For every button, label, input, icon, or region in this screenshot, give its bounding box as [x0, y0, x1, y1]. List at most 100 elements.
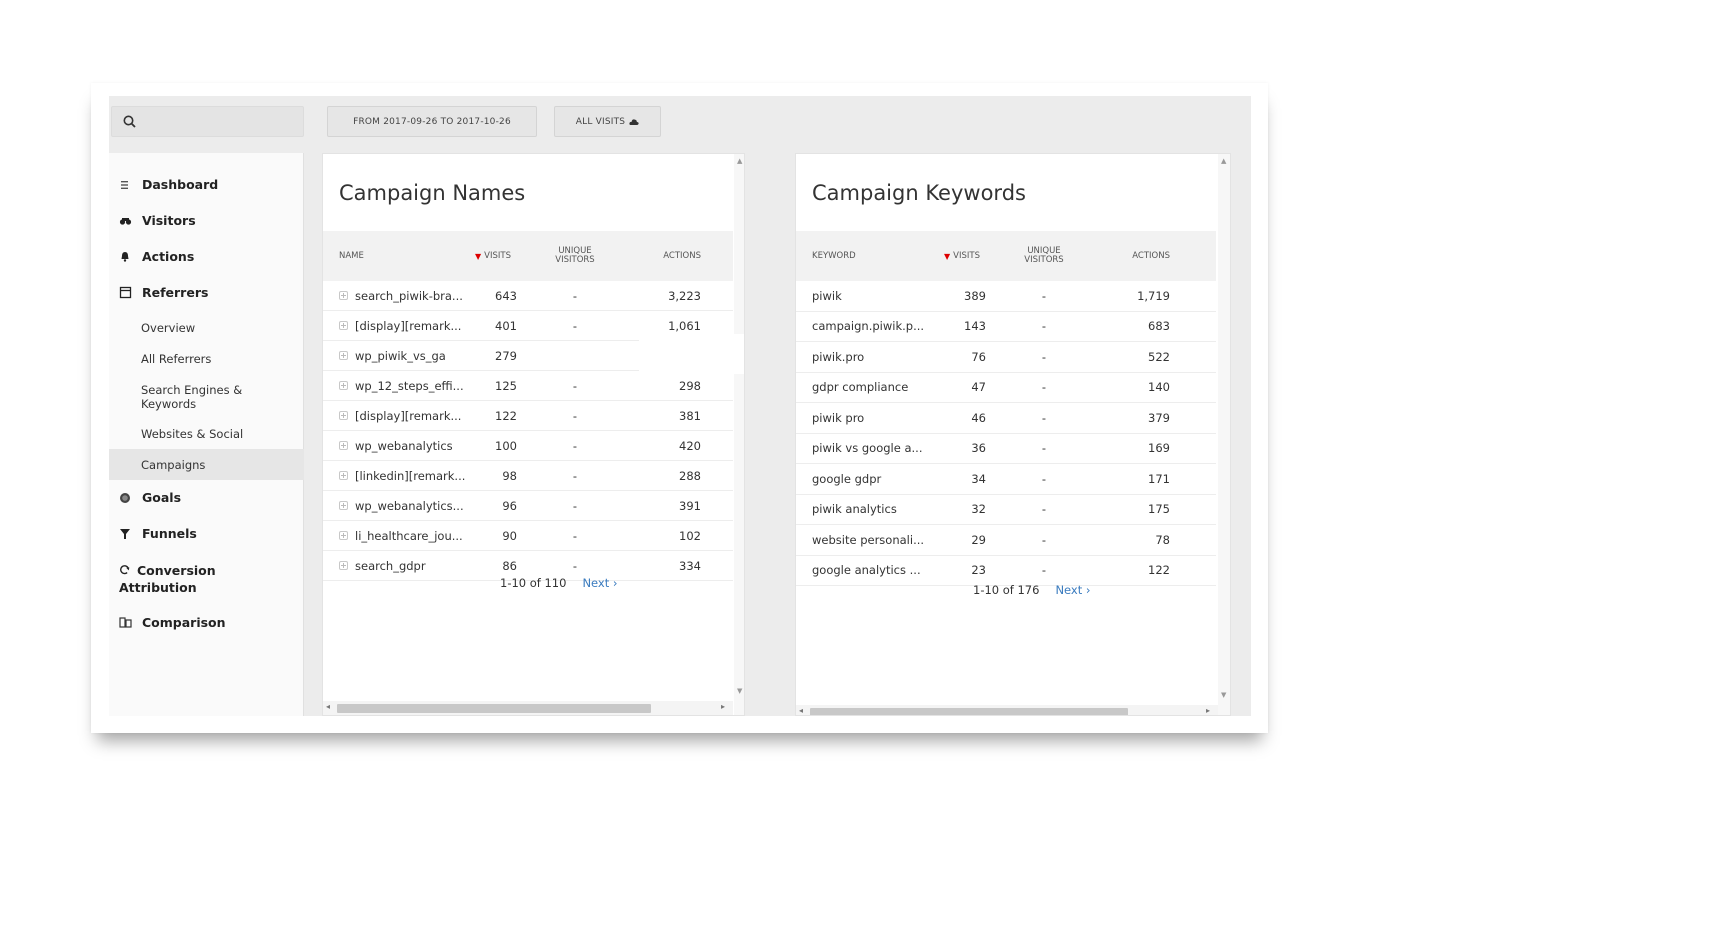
expand-row-icon[interactable]	[339, 561, 348, 570]
scroll-down-arrow[interactable]: ▼	[1221, 691, 1226, 699]
search-input[interactable]	[111, 106, 304, 137]
scroll-left-arrow[interactable]: ◂	[799, 706, 803, 715]
column-header-actions[interactable]: ACTIONS	[1114, 231, 1170, 281]
unique-visitors-cell: -	[1041, 532, 1047, 547]
expand-row-icon[interactable]	[339, 501, 348, 510]
expand-row-icon[interactable]	[339, 471, 348, 480]
expand-row-icon[interactable]	[339, 531, 348, 540]
next-page-link[interactable]: Next ›	[1055, 583, 1090, 597]
campaign-name: wp_webanalytics...	[355, 498, 464, 513]
expand-row-icon[interactable]	[339, 441, 348, 450]
column-header-unique-visitors[interactable]: UNIQUE VISITORS	[1012, 231, 1076, 281]
table-row[interactable]: wp_webanalytics... 96 - 391	[323, 491, 733, 521]
sidebar-subitem-all-referrers[interactable]: All Referrers	[109, 352, 304, 366]
sidebar-subitem-label: Search Engines & Keywords	[141, 383, 243, 411]
horizontal-scrollbar[interactable]: ◂ ▸	[323, 701, 733, 715]
table-row[interactable]: li_healthcare_jou... 90 - 102	[323, 521, 733, 551]
expand-row-icon[interactable]	[339, 411, 348, 420]
sidebar-subitem-overview[interactable]: Overview	[109, 321, 304, 335]
actions-cell: 1,719	[1137, 288, 1170, 303]
horizontal-scrollbar[interactable]: ◂ ▸	[796, 705, 1218, 715]
table-row[interactable]: wp_webanalytics 100 - 420	[323, 431, 733, 461]
pagination: 1-10 of 110 Next ›	[500, 576, 618, 590]
expand-row-icon[interactable]	[339, 291, 348, 300]
table-row[interactable]: [linkedin][remark... 98 - 288	[323, 461, 733, 491]
date-range-button[interactable]: FROM 2017-09-26 TO 2017-10-26	[327, 106, 537, 137]
unique-visitors-cell: -	[1041, 380, 1047, 395]
table-row[interactable]: campaign.piwik.p... 143 - 683	[796, 312, 1216, 342]
scroll-left-arrow[interactable]: ◂	[326, 702, 330, 711]
vertical-scrollbar[interactable]: ▲ ▼	[734, 154, 744, 715]
name-cell: wp_webanalytics	[339, 431, 453, 460]
scroll-up-arrow[interactable]: ▲	[737, 157, 742, 165]
column-header-keyword[interactable]: KEYWORD	[812, 231, 856, 281]
visits-cell: 125	[495, 378, 517, 393]
sidebar-subitem-search-engines[interactable]: Search Engines & Keywords	[109, 383, 304, 411]
column-header-name[interactable]: NAME	[339, 231, 364, 281]
binoculars-icon	[119, 218, 132, 225]
column-header-label: ACTIONS	[1132, 250, 1170, 261]
visits-cell: 36	[971, 441, 986, 456]
sidebar-item-label: Funnels	[142, 526, 197, 541]
table-row[interactable]: google gdpr 34 - 171	[796, 464, 1216, 495]
table-row[interactable]: google analytics ... 23 - 122	[796, 556, 1216, 586]
unique-visitors-cell: -	[1041, 319, 1047, 334]
table-row[interactable]: piwik 389 - 1,719	[796, 281, 1216, 312]
sidebar-item-label: Visitors	[142, 213, 196, 228]
table-row[interactable]: [display][remark... 122 - 381	[323, 401, 733, 431]
expand-row-icon[interactable]	[339, 381, 348, 390]
sidebar-item-visitors[interactable]: Visitors	[109, 213, 304, 228]
table-row[interactable]: website personali... 29 - 78	[796, 525, 1216, 556]
name-cell: wp_webanalytics...	[339, 491, 464, 520]
table-row[interactable]: wp_12_steps_effi... 125 - 298	[323, 371, 733, 401]
actions-cell: 298	[679, 378, 701, 393]
visits-cell: 76	[971, 349, 986, 364]
sidebar-subitem-websites-social[interactable]: Websites & Social	[109, 427, 304, 441]
column-header-actions[interactable]: ACTIONS	[645, 231, 701, 281]
sidebar-item-comparison[interactable]: Comparison	[109, 615, 304, 630]
table-row[interactable]: piwik analytics 32 - 175	[796, 495, 1216, 525]
keyword-cell: piwik	[812, 288, 842, 303]
expand-row-icon[interactable]	[339, 351, 348, 360]
column-header-label: ACTIONS	[663, 250, 701, 261]
campaign-name: [display][remark...	[355, 408, 462, 423]
scroll-right-arrow[interactable]: ▸	[1206, 706, 1210, 715]
sidebar-nav: Dashboard Visitors Actions Referrers Ove…	[109, 153, 304, 716]
bell-icon	[121, 252, 129, 262]
table-row[interactable]: piwik.pro 76 - 522	[796, 342, 1216, 373]
vertical-scrollbar[interactable]: ▲ ▼	[1218, 154, 1230, 715]
sidebar-subitem-label: Websites & Social	[141, 427, 244, 441]
expand-row-icon[interactable]	[339, 321, 348, 330]
table-row[interactable]: gdpr compliance 47 - 140	[796, 373, 1216, 403]
column-header-visits[interactable]: ▼ VISITS	[944, 231, 980, 281]
sidebar-item-actions[interactable]: Actions	[109, 249, 304, 264]
column-header-unique-visitors[interactable]: UNIQUE VISITORS	[543, 231, 607, 281]
unique-visitors-cell	[555, 341, 595, 370]
target-icon	[120, 493, 130, 503]
name-cell: [display][remark...	[339, 311, 461, 340]
column-header-label: KEYWORD	[812, 250, 856, 261]
next-page-link[interactable]: Next ›	[582, 576, 617, 590]
sidebar-item-goals[interactable]: Goals	[109, 490, 304, 505]
table-row[interactable]: piwik pro 46 - 379	[796, 403, 1216, 434]
actions-cell: 78	[1155, 532, 1170, 547]
actions-cell: 391	[679, 498, 701, 513]
column-header-visits[interactable]: ▼ VISITS	[475, 231, 511, 281]
table-row[interactable]: piwik vs google a... 36 - 169	[796, 434, 1216, 464]
table-header: NAME ▼ VISITS UNIQUE VISITORS ACTIONS	[323, 231, 733, 281]
sidebar-subitem-label: All Referrers	[141, 352, 212, 366]
scroll-up-arrow[interactable]: ▲	[1221, 157, 1226, 165]
scrollbar-thumb[interactable]	[810, 708, 1128, 715]
sidebar-item-funnels[interactable]: Funnels	[109, 526, 304, 541]
scroll-right-arrow[interactable]: ▸	[721, 702, 725, 711]
scrollbar-thumb[interactable]	[337, 704, 651, 713]
unique-visitors-cell: -	[1041, 349, 1047, 364]
sidebar-subitem-campaigns[interactable]: Campaigns	[109, 449, 304, 480]
date-range-label: FROM 2017-09-26 TO 2017-10-26	[353, 116, 511, 127]
sidebar-item-referrers[interactable]: Referrers	[109, 285, 304, 300]
segment-button[interactable]: ALL VISITS	[554, 106, 661, 137]
scroll-down-arrow[interactable]: ▼	[737, 687, 742, 695]
sidebar-item-dashboard[interactable]: Dashboard	[109, 177, 304, 192]
sidebar-item-conversion-attribution[interactable]: Conversion Attribution	[109, 562, 259, 596]
table-row[interactable]: search_piwik-bra... 643 - 3,223	[323, 281, 733, 311]
